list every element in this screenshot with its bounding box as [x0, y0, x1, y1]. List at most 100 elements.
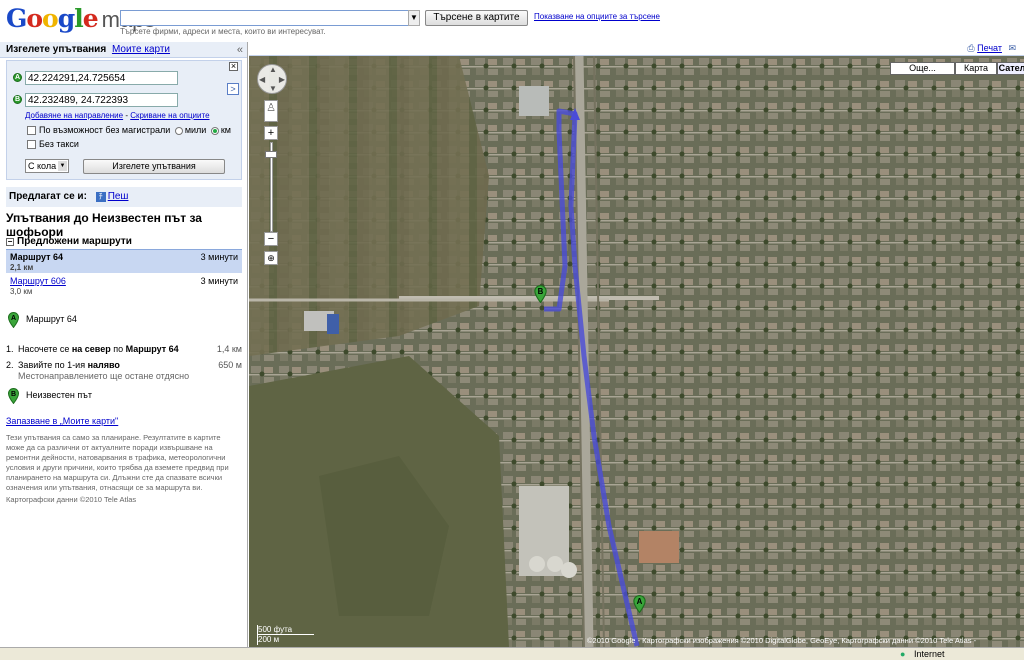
step-distance: 650 м	[218, 360, 242, 370]
zoom-slider-handle[interactable]	[265, 151, 277, 158]
print-icon[interactable]: ⎙	[967, 43, 974, 53]
route-distance: 2,1 км	[10, 263, 34, 272]
step-note: Местонаправлението ще остане отдясно	[18, 371, 190, 381]
travel-mode-value: С кола	[28, 161, 57, 171]
map-imagery[interactable]	[249, 56, 1024, 647]
suggested-modes: Предлагат се и: ﾁ Пеш	[6, 187, 242, 207]
reverse-route-icon[interactable]: >	[227, 83, 239, 95]
avoid-highways-checkbox[interactable]	[27, 126, 36, 136]
tab-my-maps[interactable]: Моите карти	[112, 44, 170, 55]
end-label: Неизвестен път	[26, 390, 92, 400]
step-number: 2.	[6, 360, 14, 370]
hide-options-link[interactable]: Скриване на опциите	[130, 111, 209, 120]
add-destination-link[interactable]: Добавяне на направление	[25, 111, 123, 120]
walk-link[interactable]: Пеш	[108, 191, 129, 202]
satellite-map[interactable]: B A ▲ ▼ ◀ ▶ ♙ + − ⊕ Още... Карта Сател 5…	[249, 56, 1024, 647]
search-button[interactable]: Търсене в картите	[425, 10, 528, 26]
browser-status-bar: ● Internet	[0, 647, 1024, 660]
step-text: по	[110, 344, 126, 354]
logo-letter: g	[57, 4, 76, 33]
map-data-credit: Картографски данни ©2010 Tele Atlas	[6, 495, 137, 504]
get-directions-button[interactable]: Изгелете упътвания	[83, 159, 225, 174]
logo-letter: o	[42, 4, 59, 33]
marker-b-label: B	[538, 287, 544, 296]
routes-title: Упътвания до Неизвестен път за шофьори	[6, 211, 202, 239]
tab-directions[interactable]: Изгелете упътвания	[6, 44, 106, 55]
units-miles-label: мили	[184, 125, 207, 135]
suggested-routes-header[interactable]: − Предложени маршрути	[6, 236, 242, 247]
map-copyright: ©2010 Google - Картографски изображения …	[587, 636, 977, 645]
pan-right-icon[interactable]: ▶	[279, 75, 285, 84]
logo-letter: l	[74, 4, 83, 33]
step-bold: на север	[71, 344, 111, 354]
collapse-minus-icon[interactable]: −	[6, 238, 14, 246]
suggested-label: Предлагат се и:	[9, 191, 87, 202]
travel-mode-select[interactable]: С кола ▼	[25, 159, 69, 173]
avoid-highways-label: По възможност без магистрали	[39, 125, 171, 135]
step-text: Завийте по 1-ия	[18, 360, 88, 370]
step-bold: наляво	[87, 360, 120, 370]
svg-text:A: A	[11, 315, 16, 322]
map-marker-b-icon[interactable]: B	[534, 285, 547, 303]
email-icon[interactable]: ✉	[1008, 43, 1016, 53]
waypoint-b-input[interactable]: 42.232489, 24.722393	[25, 93, 178, 107]
waypoint-a-input[interactable]: 42.224291,24.725654	[25, 71, 178, 85]
units-km-radio[interactable]	[210, 126, 219, 135]
start-label: Маршрут 64	[26, 314, 77, 324]
route-name: Маршрут 64	[10, 252, 64, 262]
scale-bar: 500 фута 200 м	[257, 625, 317, 645]
route-option[interactable]: Маршрут 606 3 минути 3,0 км	[6, 274, 242, 298]
waypoint-a-icon: A	[13, 73, 22, 82]
more-button[interactable]: Още...	[890, 62, 955, 75]
logo-letter: e	[82, 4, 99, 33]
logo-letter: G	[6, 4, 27, 33]
route-time: 3 минути	[200, 252, 238, 262]
map-type-map-button[interactable]: Карта	[955, 62, 997, 75]
search-dropdown-icon[interactable]: ▼	[408, 10, 420, 26]
zoom-magnifier-icon[interactable]: ⊕	[264, 251, 278, 265]
close-icon[interactable]: ×	[229, 62, 238, 71]
sidebar-tabs: Изгелете упътвания Моите карти «	[0, 42, 247, 58]
units-miles-radio[interactable]	[174, 126, 183, 135]
map-marker-a-icon[interactable]: A	[633, 595, 646, 613]
route-time: 3 минути	[200, 276, 238, 286]
pan-down-icon[interactable]: ▼	[269, 84, 277, 93]
suggested-routes-label: Предложени маршрути	[17, 236, 132, 247]
route-distance: 3,0 км	[10, 287, 33, 296]
avoid-tolls-checkbox[interactable]	[27, 140, 36, 150]
avoid-tolls-label: Без такси	[39, 139, 79, 149]
zoom-out-button[interactable]: −	[264, 232, 278, 246]
zoom-in-button[interactable]: +	[264, 126, 278, 140]
street-view-pegman-icon[interactable]: ♙	[264, 100, 278, 122]
disclaimer: Тези упътвания са само за планиране. Рез…	[6, 433, 229, 492]
collapse-sidebar-icon[interactable]: «	[237, 44, 243, 56]
search-hint: Търсете фирми, адреси и места, които ви …	[120, 27, 326, 36]
sidebar: Изгелете упътвания Моите карти « × A 42.…	[0, 42, 248, 647]
print-link[interactable]: Печат	[977, 43, 1002, 53]
pan-control[interactable]: ▲ ▼ ◀ ▶	[257, 64, 287, 94]
end-marker-icon: B	[8, 388, 19, 404]
scale-feet: 500 фута	[258, 625, 314, 635]
logo-letter: o	[26, 4, 43, 33]
map-toolbar: ⎙ Печат ✉	[249, 42, 1024, 56]
search-input[interactable]	[120, 10, 420, 26]
chevron-down-icon: ▼	[58, 161, 67, 171]
logo-google: Google	[6, 4, 99, 33]
start-marker-icon: A	[8, 312, 19, 328]
pan-up-icon[interactable]: ▲	[269, 65, 277, 74]
save-to-my-maps-link[interactable]: Запазване в „Моите карти"	[6, 416, 118, 426]
directions-form: × A 42.224291,24.725654 B 42.232489, 24.…	[6, 60, 242, 180]
svg-text:B: B	[11, 391, 16, 398]
pan-left-icon[interactable]: ◀	[259, 75, 265, 84]
header: Google maps ▼ Търсете фирми, адреси и ме…	[0, 0, 1024, 42]
route-option-selected[interactable]: Маршрут 64 3 минути 2,1 км	[6, 249, 242, 273]
security-zone-label: Internet	[914, 649, 945, 659]
marker-a-label: A	[637, 597, 643, 606]
route-name[interactable]: Маршрут 606	[10, 276, 66, 286]
step-text: Насочете се	[18, 344, 72, 354]
units-km-label: км	[220, 125, 231, 135]
globe-icon: ●	[900, 649, 906, 659]
map-type-satellite-button[interactable]: Сател	[997, 62, 1024, 75]
search-options-link[interactable]: Показване на опциите за търсене	[534, 12, 660, 21]
scale-meters: 200 м	[258, 635, 280, 644]
